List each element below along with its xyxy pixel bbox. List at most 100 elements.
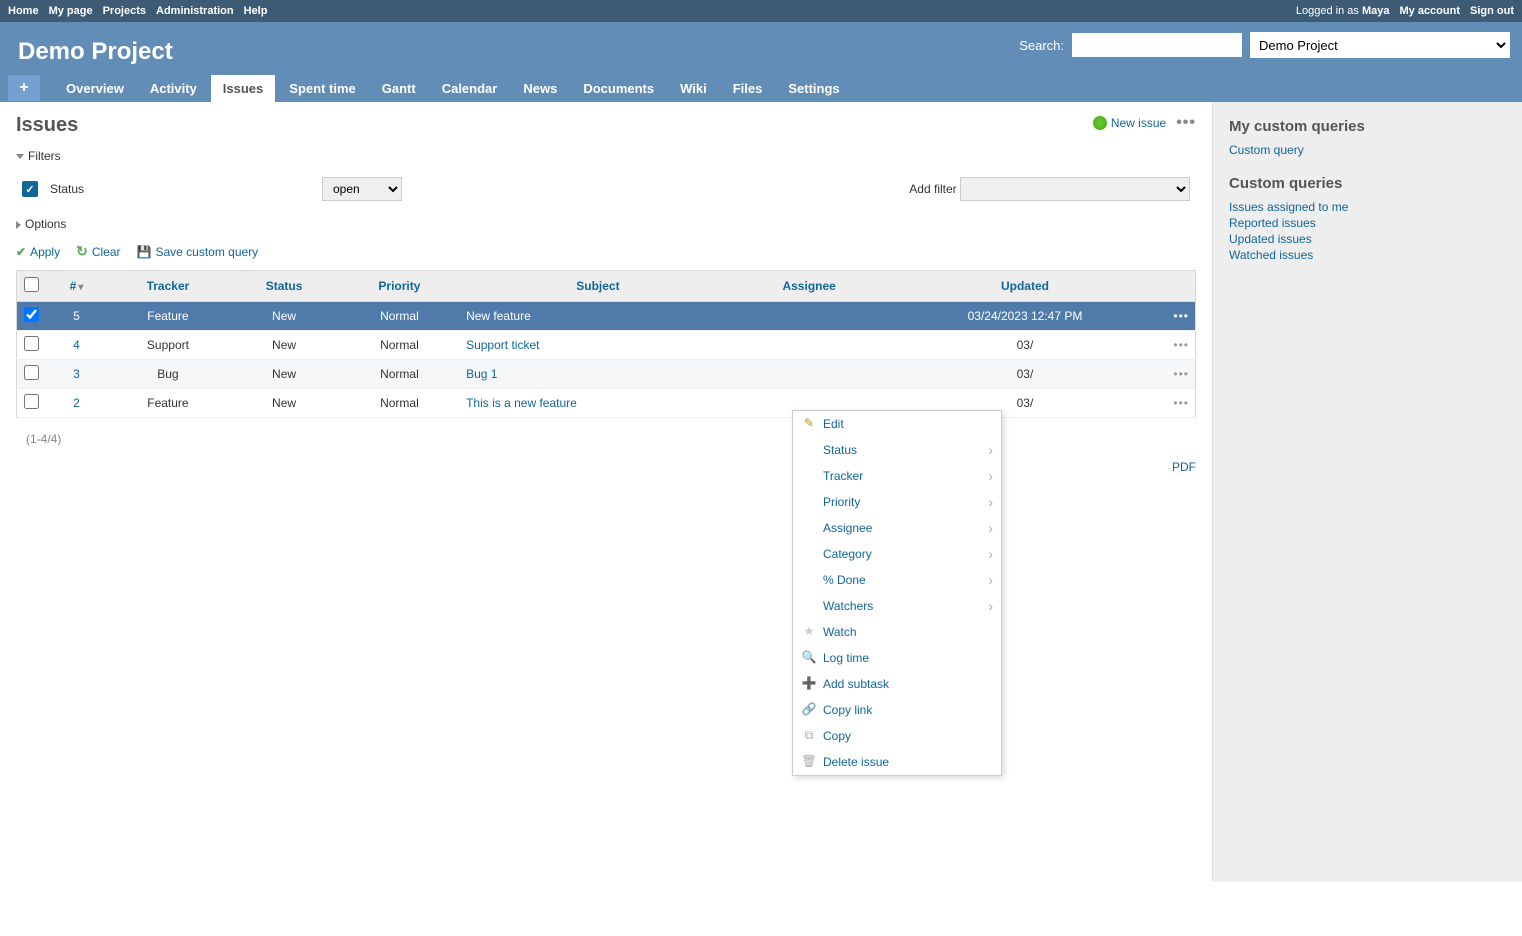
issue-subject-link[interactable]: This is a new feature <box>466 396 577 410</box>
options-fieldset: Options <box>16 215 1196 233</box>
cell-status: New <box>229 389 338 418</box>
col-updated[interactable]: Updated <box>883 271 1168 302</box>
link-icon: 🔗 <box>801 702 817 718</box>
tab-documents[interactable]: Documents <box>571 75 666 102</box>
top-link-myaccount[interactable]: My account <box>1399 5 1460 17</box>
row-checkbox[interactable] <box>24 307 39 322</box>
format-pdf-link[interactable]: PDF <box>1172 460 1196 474</box>
cell-updated: 03/ <box>883 331 1168 360</box>
row-actions-icon[interactable]: ••• <box>1173 338 1189 352</box>
custom-query-link[interactable]: Custom query <box>1229 143 1304 157</box>
page-title: Issues <box>16 114 1196 137</box>
cm-log-time[interactable]: 🔍Log time <box>793 645 1001 671</box>
new-object-button[interactable]: + <box>8 75 40 101</box>
new-issue-link[interactable]: New issue <box>1093 116 1166 130</box>
cm-tracker[interactable]: Tracker <box>793 463 1001 489</box>
query-assigned-to-me[interactable]: Issues assigned to me <box>1229 200 1348 214</box>
tab-gantt[interactable]: Gantt <box>370 75 428 102</box>
star-icon: ★ <box>801 624 817 640</box>
apply-button[interactable]: Apply <box>16 243 60 260</box>
content: New issue ••• Issues Filters Status open… <box>0 102 1212 882</box>
issue-subject-link[interactable]: Support ticket <box>466 338 539 352</box>
contextual-actions: New issue ••• <box>1093 114 1196 132</box>
select-all-checkbox[interactable] <box>24 277 39 292</box>
cell-priority: Normal <box>339 302 460 331</box>
cm-assignee[interactable]: Assignee <box>793 515 1001 541</box>
tab-news[interactable]: News <box>511 75 569 102</box>
cm-category[interactable]: Category <box>793 541 1001 567</box>
top-link-mypage[interactable]: My page <box>49 5 93 17</box>
row-checkbox[interactable] <box>24 365 39 380</box>
status-filter-checkbox[interactable] <box>22 181 38 197</box>
issue-id-link[interactable]: 4 <box>73 338 80 352</box>
header: Search: Demo Project Demo Project + Over… <box>0 22 1522 102</box>
col-assignee[interactable]: Assignee <box>736 271 883 302</box>
tab-spent-time[interactable]: Spent time <box>277 75 367 102</box>
tab-calendar[interactable]: Calendar <box>430 75 510 102</box>
issue-id-link[interactable]: 3 <box>73 367 80 381</box>
top-link-home[interactable]: Home <box>8 5 39 17</box>
issue-id-link[interactable]: 5 <box>73 309 80 323</box>
cm-copy[interactable]: ⧉Copy <box>793 723 1001 749</box>
top-link-admin[interactable]: Administration <box>156 5 234 17</box>
cm-delete[interactable]: 🗑Delete issue <box>793 749 1001 775</box>
filters-legend[interactable]: Filters <box>16 147 61 165</box>
main-menu: + Overview Activity Issues Spent time Ga… <box>8 75 854 102</box>
search-input[interactable] <box>1072 33 1242 57</box>
cm-watch[interactable]: ★Watch <box>793 619 1001 645</box>
actions-menu-icon[interactable]: ••• <box>1176 114 1196 132</box>
table-row[interactable]: 2FeatureNewNormalThis is a new feature03… <box>17 389 1196 418</box>
cell-tracker: Feature <box>107 389 230 418</box>
tab-files[interactable]: Files <box>721 75 775 102</box>
table-row[interactable]: 5FeatureNewNormalNew feature03/24/2023 1… <box>17 302 1196 331</box>
table-row[interactable]: 3BugNewNormalBug 103/••• <box>17 360 1196 389</box>
options-legend[interactable]: Options <box>16 215 66 233</box>
issue-subject-link[interactable]: Bug 1 <box>466 367 497 381</box>
cm-status[interactable]: Status <box>793 437 1001 463</box>
cm-add-subtask[interactable]: ➕Add subtask <box>793 671 1001 697</box>
cell-subject: This is a new feature <box>460 389 736 418</box>
tab-wiki[interactable]: Wiki <box>668 75 719 102</box>
status-operator-select[interactable]: open <box>322 177 402 201</box>
project-select[interactable]: Demo Project <box>1250 32 1510 58</box>
table-row[interactable]: 4SupportNewNormalSupport ticket03/••• <box>17 331 1196 360</box>
logged-as: Logged in as Maya <box>1296 5 1390 17</box>
row-checkbox[interactable] <box>24 336 39 351</box>
cm-done[interactable]: % Done <box>793 567 1001 593</box>
cell-status: New <box>229 331 338 360</box>
clear-button[interactable]: Clear <box>76 243 120 260</box>
query-watched[interactable]: Watched issues <box>1229 248 1313 262</box>
row-actions-icon[interactable]: ••• <box>1173 367 1189 381</box>
top-link-projects[interactable]: Projects <box>103 5 146 17</box>
cm-watchers[interactable]: Watchers <box>793 593 1001 619</box>
current-user-link[interactable]: Maya <box>1362 5 1390 17</box>
tab-activity[interactable]: Activity <box>138 75 209 102</box>
cell-priority: Normal <box>339 331 460 360</box>
cm-copy-link[interactable]: 🔗Copy link <box>793 697 1001 723</box>
chevron-down-icon <box>16 154 24 159</box>
col-id[interactable]: #▾ <box>47 271 107 302</box>
cm-priority[interactable]: Priority <box>793 489 1001 515</box>
cm-edit[interactable]: ✎Edit <box>793 411 1001 437</box>
cell-subject: Bug 1 <box>460 360 736 389</box>
tab-settings[interactable]: Settings <box>776 75 851 102</box>
row-actions-icon[interactable]: ••• <box>1173 309 1189 323</box>
col-subject[interactable]: Subject <box>460 271 736 302</box>
issue-subject-link[interactable]: New feature <box>466 309 531 323</box>
issue-id-link[interactable]: 2 <box>73 396 80 410</box>
row-checkbox[interactable] <box>24 394 39 409</box>
add-filter-select[interactable] <box>960 177 1190 201</box>
col-tracker[interactable]: Tracker <box>107 271 230 302</box>
top-link-help[interactable]: Help <box>244 5 268 17</box>
row-actions-icon[interactable]: ••• <box>1173 396 1189 410</box>
filters-table: Status open Add filter <box>16 171 1196 207</box>
query-reported[interactable]: Reported issues <box>1229 216 1316 230</box>
tab-overview[interactable]: Overview <box>54 75 136 102</box>
col-priority[interactable]: Priority <box>339 271 460 302</box>
top-link-signout[interactable]: Sign out <box>1470 5 1514 17</box>
save-query-button[interactable]: Save custom query <box>137 243 259 260</box>
cell-tracker: Bug <box>107 360 230 389</box>
query-updated[interactable]: Updated issues <box>1229 232 1312 246</box>
tab-issues[interactable]: Issues <box>211 75 275 102</box>
col-status[interactable]: Status <box>229 271 338 302</box>
